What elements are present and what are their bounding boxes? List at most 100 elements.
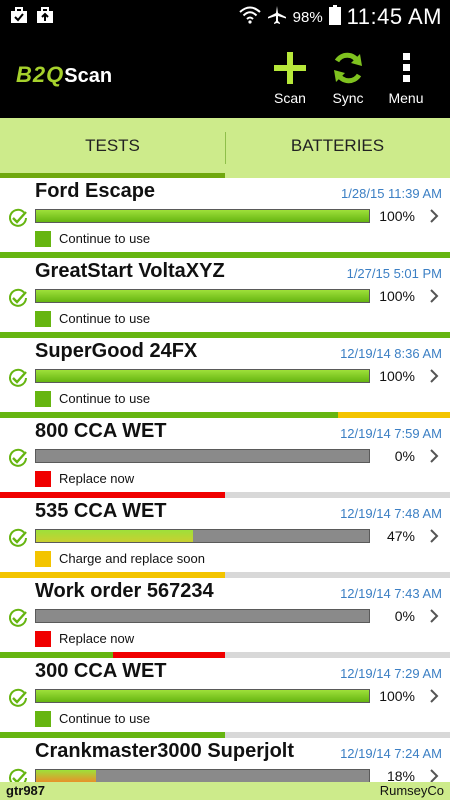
test-date: 1/27/15 5:01 PM	[346, 266, 442, 281]
test-row[interactable]: Work order 567234 12/19/14 7:43 AM 0% Re…	[0, 578, 450, 658]
charge-percent: 100%	[379, 288, 415, 304]
checkmark-circle-icon	[8, 608, 28, 628]
test-name: Ford Escape	[35, 180, 156, 202]
test-name: SuperGood 24FX	[35, 340, 198, 362]
chevron-right-icon	[428, 286, 440, 306]
app-bar: B2Q Scan Scan Sync Menu	[0, 32, 450, 118]
chevron-right-icon	[428, 606, 440, 626]
status-swatch	[35, 471, 51, 487]
chevron-right-icon	[428, 366, 440, 386]
status-text: Replace now	[59, 631, 135, 646]
chevron-right-icon	[428, 686, 440, 706]
status-swatch	[35, 311, 51, 327]
logo-b2q: B2Q	[16, 62, 65, 87]
status-text: Continue to use	[59, 231, 151, 246]
tab-bar: TESTS BATTERIES	[0, 118, 450, 178]
charge-bar	[35, 369, 370, 383]
charge-bar-fill	[36, 370, 369, 382]
airplane-icon	[267, 5, 287, 30]
chevron-right-icon	[428, 206, 440, 226]
test-row[interactable]: 535 CCA WET 12/19/14 7:48 AM 47% Charge …	[0, 498, 450, 578]
sync-label: Sync	[332, 90, 364, 106]
charge-percent: 100%	[379, 208, 415, 224]
status-swatch	[35, 711, 51, 727]
checkmark-circle-icon	[8, 288, 28, 308]
tab-tests[interactable]: TESTS	[0, 118, 225, 178]
scan-button[interactable]: Scan	[262, 50, 318, 106]
test-row[interactable]: Crankmaster3000 Superjolt 12/19/14 7:24 …	[0, 738, 450, 782]
checkmark-circle-icon	[8, 768, 28, 782]
test-name: 535 CCA WET	[35, 500, 167, 522]
charge-percent: 47%	[386, 528, 415, 544]
charge-percent: 0%	[394, 448, 415, 464]
status-text: Continue to use	[59, 391, 151, 406]
test-name: 300 CCA WET	[35, 660, 167, 682]
test-list[interactable]: Ford Escape 1/28/15 11:39 AM 100% Contin…	[0, 178, 450, 782]
sync-button[interactable]: Sync	[320, 50, 376, 106]
charge-percent: 18%	[386, 768, 415, 782]
charge-bar-fill	[36, 770, 96, 782]
chevron-right-icon	[428, 526, 440, 546]
charge-bar	[35, 449, 370, 463]
test-date: 12/19/14 7:29 AM	[340, 666, 442, 681]
app-logo: B2Q Scan	[16, 62, 112, 88]
test-date: 12/19/14 7:48 AM	[340, 506, 442, 521]
test-date: 12/19/14 7:59 AM	[340, 426, 442, 441]
status-text: Replace now	[59, 471, 135, 486]
test-row[interactable]: 800 CCA WET 12/19/14 7:59 AM 0% Replace …	[0, 418, 450, 498]
charge-bar	[35, 609, 370, 623]
status-swatch	[35, 551, 51, 567]
test-date: 1/28/15 11:39 AM	[341, 186, 442, 201]
checkmark-circle-icon	[8, 208, 28, 228]
status-bar: 98% 11:45 AM	[0, 0, 450, 32]
charge-bar	[35, 289, 370, 303]
menu-button[interactable]: Menu	[378, 50, 434, 106]
test-name: Work order 567234	[35, 580, 214, 602]
briefcase-upload-icon	[36, 6, 54, 24]
charge-bar	[35, 769, 370, 782]
battery-percent: 98%	[292, 8, 323, 26]
footer-bar: gtr987 RumseyCo	[0, 782, 450, 800]
test-row[interactable]: SuperGood 24FX 12/19/14 8:36 AM 100% Con…	[0, 338, 450, 418]
charge-bar-fill	[36, 530, 193, 542]
test-date: 12/19/14 8:36 AM	[340, 346, 442, 361]
status-swatch	[35, 231, 51, 247]
footer-user: gtr987	[6, 783, 46, 798]
status-swatch	[35, 391, 51, 407]
test-date: 12/19/14 7:24 AM	[340, 746, 442, 761]
checkmark-circle-icon	[8, 448, 28, 468]
sync-icon	[320, 50, 376, 86]
charge-bar	[35, 529, 370, 543]
charge-bar	[35, 209, 370, 223]
test-row[interactable]: Ford Escape 1/28/15 11:39 AM 100% Contin…	[0, 178, 450, 258]
test-name: 800 CCA WET	[35, 420, 167, 442]
tab-divider	[225, 132, 226, 164]
test-name: GreatStart VoltaXYZ	[35, 260, 225, 282]
charge-percent: 100%	[379, 688, 415, 704]
charge-bar-fill	[36, 690, 369, 702]
menu-label: Menu	[388, 90, 424, 106]
charge-bar-fill	[36, 290, 369, 302]
test-name: Crankmaster3000 Superjolt	[35, 740, 295, 762]
charge-percent: 100%	[379, 368, 415, 384]
status-text: Charge and replace soon	[59, 551, 205, 566]
checkmark-circle-icon	[8, 528, 28, 548]
status-text: Continue to use	[59, 311, 151, 326]
checkmark-circle-icon	[8, 688, 28, 708]
test-row[interactable]: GreatStart VoltaXYZ 1/27/15 5:01 PM 100%…	[0, 258, 450, 338]
footer-org: RumseyCo	[379, 783, 444, 798]
clock: 11:45 AM	[346, 4, 442, 29]
chevron-right-icon	[428, 446, 440, 466]
briefcase-check-icon	[10, 6, 28, 24]
tab-batteries[interactable]: BATTERIES	[225, 118, 450, 178]
charge-bar-fill	[36, 210, 369, 222]
charge-bar	[35, 689, 370, 703]
plus-icon	[262, 50, 318, 86]
test-date: 12/19/14 7:43 AM	[340, 586, 442, 601]
checkmark-circle-icon	[8, 368, 28, 388]
test-row[interactable]: 300 CCA WET 12/19/14 7:29 AM 100% Contin…	[0, 658, 450, 738]
charge-percent: 0%	[394, 608, 415, 624]
chevron-right-icon	[428, 766, 440, 782]
status-text: Continue to use	[59, 711, 151, 726]
overflow-menu-icon	[378, 50, 434, 86]
